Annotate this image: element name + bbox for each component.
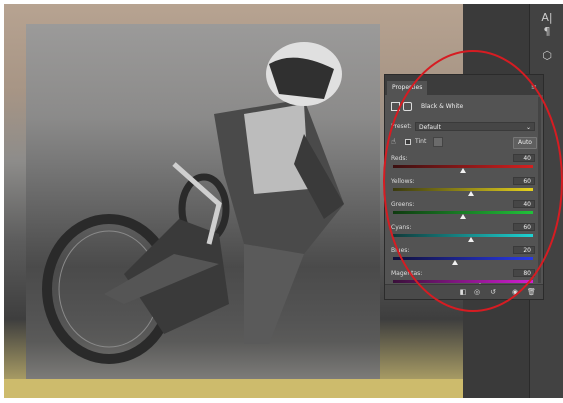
panel-menu-icon[interactable]: ≡	[531, 84, 539, 91]
preset-value: Default	[419, 124, 441, 131]
paragraph-icon[interactable]: ¶	[539, 24, 555, 40]
preset-label: Preset:	[391, 123, 412, 130]
slider-label: Cyans:	[391, 224, 412, 231]
panel-scrollbar[interactable]	[538, 97, 541, 283]
slider-yellows[interactable]: Yellows: 60	[391, 177, 537, 200]
tint-color-swatch[interactable]	[433, 137, 443, 147]
preset-dropdown[interactable]: Default ⌄	[415, 122, 535, 131]
auto-button[interactable]: Auto	[513, 137, 537, 149]
properties-panel: Properties ≡ Black & White Preset: Defau…	[384, 74, 544, 300]
slider-value-field[interactable]: 60	[513, 177, 535, 185]
slider-value-field[interactable]: 80	[513, 269, 535, 277]
slider-track[interactable]	[393, 280, 533, 283]
slider-value-field[interactable]: 40	[513, 154, 535, 162]
hand-targeted-adjustment-icon[interactable]: ☝	[391, 137, 396, 146]
slider-value-field[interactable]: 60	[513, 223, 535, 231]
clip-to-layer-icon[interactable]: ◧	[459, 288, 467, 296]
layer-mask-icon	[403, 102, 412, 111]
3d-cube-icon[interactable]: ⬡	[539, 48, 555, 64]
preset-row: Preset: Default ⌄	[391, 122, 537, 133]
slider-thumb[interactable]	[468, 191, 475, 196]
slider-greens[interactable]: Greens: 40	[391, 200, 537, 223]
slider-thumb[interactable]	[468, 237, 475, 242]
slider-track[interactable]	[393, 257, 533, 260]
adjustment-header: Black & White	[391, 101, 537, 113]
adjustment-layer-icon	[391, 102, 400, 111]
panel-footer: ◧ ◎ ↺ ◉ 🗑	[385, 284, 543, 299]
slider-track[interactable]	[393, 188, 533, 191]
slider-cyans[interactable]: Cyans: 60	[391, 223, 537, 246]
adjustment-title: Black & White	[421, 103, 464, 110]
slider-track[interactable]	[393, 234, 533, 237]
slider-value-field[interactable]: 40	[513, 200, 535, 208]
slider-label: Yellows:	[391, 178, 415, 185]
slider-blues[interactable]: Blues: 20	[391, 246, 537, 269]
view-previous-state-icon[interactable]: ◎	[473, 288, 481, 296]
reset-icon[interactable]: ↺	[489, 288, 497, 296]
tint-label: Tint	[415, 138, 427, 145]
slider-value-field[interactable]: 20	[513, 246, 535, 254]
slider-reds[interactable]: Reds: 40	[391, 154, 537, 177]
tint-row: ☝ Tint Auto	[391, 137, 537, 149]
slider-thumb[interactable]	[451, 260, 458, 265]
slider-label: Magentas:	[391, 270, 423, 277]
slider-label: Reds:	[391, 155, 408, 162]
panel-tab-bar: Properties ≡	[385, 75, 543, 95]
trash-icon[interactable]: 🗑	[527, 288, 536, 296]
tint-checkbox[interactable]	[405, 139, 411, 145]
slider-thumb[interactable]	[460, 214, 466, 219]
chevron-down-icon: ⌄	[525, 124, 531, 131]
tab-properties[interactable]: Properties	[387, 81, 428, 95]
visibility-eye-icon[interactable]: ◉	[511, 288, 519, 296]
slider-label: Blues:	[391, 247, 410, 254]
slider-thumb[interactable]	[460, 168, 466, 173]
slider-label: Greens:	[391, 201, 415, 208]
